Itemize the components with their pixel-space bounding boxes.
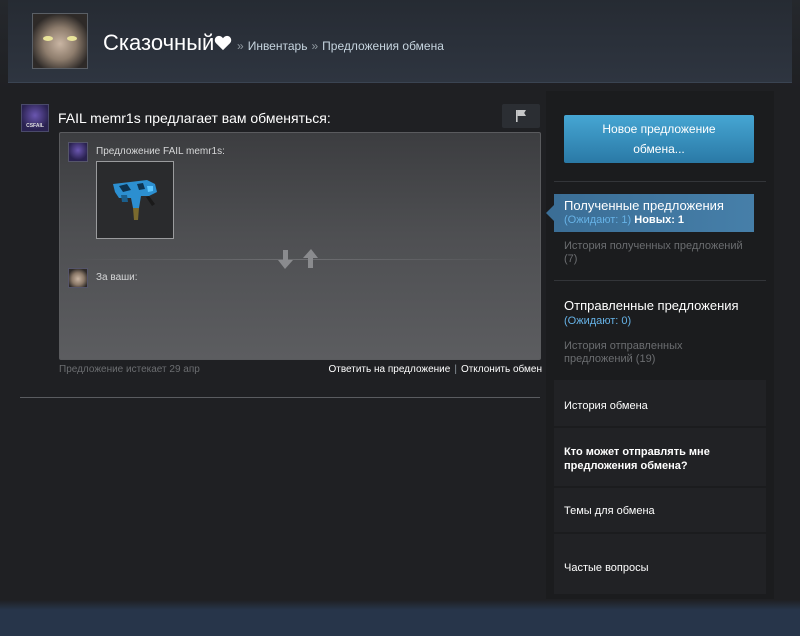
partner-name-link[interactable]: FAIL memr1s	[58, 110, 141, 126]
section-divider	[20, 397, 540, 398]
avatar-eye	[43, 36, 53, 41]
flag-icon	[516, 110, 526, 122]
trade-sidebar: Новое предложение обмена... Полученные п…	[546, 91, 774, 599]
arrow-up-icon	[303, 249, 318, 268]
exchange-arrows	[274, 247, 324, 271]
arrow-down-icon	[278, 250, 293, 269]
received-waiting: (Ожидают: 1)	[564, 214, 632, 226]
profile-header: Сказочный » Инвентарь» Предложения обмена	[8, 0, 792, 83]
breadcrumb-inventory[interactable]: Инвентарь	[248, 39, 308, 53]
smg-item-icon	[113, 180, 157, 220]
action-separator: |	[454, 364, 457, 375]
report-button[interactable]	[502, 104, 540, 128]
received-new: Новых: 1	[634, 214, 685, 226]
decline-link[interactable]: Отклонить обмен	[461, 364, 542, 375]
partner-small-avatar	[68, 142, 88, 162]
sidebar-divider	[554, 280, 766, 281]
sidebar-divider	[554, 181, 766, 182]
trade-topics-link[interactable]: Темы для обмена	[564, 504, 655, 518]
breadcrumb: » Инвентарь» Предложения обмена	[233, 39, 444, 53]
user-avatar[interactable]	[32, 13, 88, 69]
respond-link[interactable]: Ответить на предложение	[328, 364, 450, 375]
new-offer-button[interactable]: Новое предложение обмена...	[564, 115, 754, 163]
trade-history-link[interactable]: История обмена	[564, 399, 648, 413]
offer-actions: Ответить на предложение | Отклонить обмен	[328, 364, 542, 375]
partner-avatar[interactable]: CSFAIL	[21, 104, 49, 132]
your-items-label: За ваши:	[96, 272, 138, 283]
offer-title-text: предлагает вам обменяться:	[140, 110, 331, 126]
breadcrumb-separator: »	[237, 39, 244, 53]
partner-avatar-text: CSFAIL	[26, 123, 44, 129]
username-text: Сказочный	[103, 30, 215, 55]
username-link[interactable]: Сказочный	[103, 30, 232, 56]
offer-contents: Предложение FAIL memr1s: За ваши:	[59, 132, 541, 360]
breadcrumb-trade-offers[interactable]: Предложения обмена	[322, 39, 444, 53]
sent-title[interactable]: Отправленные предложения	[564, 298, 739, 313]
heart-icon	[215, 35, 232, 51]
my-small-avatar	[68, 268, 88, 288]
breadcrumb-separator: »	[311, 39, 319, 53]
sent-waiting: (Ожидают: 0)	[564, 315, 632, 327]
received-counts: (Ожидают: 1) Новых: 1	[564, 214, 684, 226]
avatar-eye	[67, 36, 77, 41]
received-title: Полученные предложения	[564, 198, 724, 213]
sent-history-link[interactable]: История отправленных предложений (19)	[564, 340, 714, 366]
offer-header: CSFAIL FAIL memr1s предлагает вам обменя…	[20, 102, 542, 132]
offered-item[interactable]	[96, 161, 174, 239]
received-history-link[interactable]: История полученных предложений (7)	[564, 240, 754, 266]
who-can-send-link[interactable]: Кто может отправлять мне предложения обм…	[564, 445, 744, 473]
offer-expiry: Предложение истекает 29 апр	[59, 364, 200, 375]
offer-title: FAIL memr1s предлагает вам обменяться:	[58, 110, 331, 126]
their-items-label: Предложение FAIL memr1s:	[96, 146, 225, 157]
faq-link[interactable]: Частые вопросы	[564, 561, 649, 575]
trade-offer-panel: CSFAIL FAIL memr1s предлагает вам обменя…	[20, 102, 542, 375]
